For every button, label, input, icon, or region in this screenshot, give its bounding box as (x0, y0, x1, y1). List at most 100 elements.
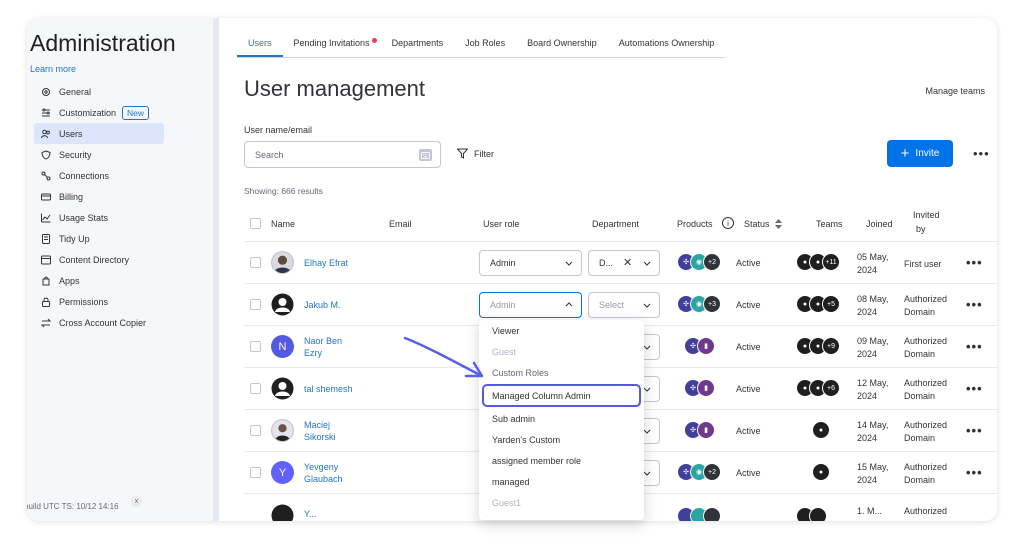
row-checkbox[interactable] (250, 425, 261, 436)
sidebar-item-connections[interactable]: Connections (34, 165, 164, 186)
manage-teams-link[interactable]: Manage teams (925, 86, 985, 96)
status-value: Active (736, 426, 761, 436)
products-group[interactable]: ✣ ◉ +2 (677, 253, 721, 273)
products-group[interactable]: ✣ ◉ +3 (677, 295, 721, 315)
filter-button[interactable]: Filter (457, 148, 494, 159)
column-name[interactable]: Name (271, 219, 295, 229)
sidebar-item-users[interactable]: Users (34, 123, 164, 144)
user-name-link[interactable]: Yevgeny Glaubach (304, 461, 343, 485)
user-role-value: Admin (490, 258, 516, 268)
role-option-guest1[interactable]: Guest1 (479, 492, 644, 513)
role-option-guest[interactable]: Guest (479, 341, 644, 362)
row-checkbox[interactable] (250, 341, 261, 352)
learn-more-link[interactable]: Learn more (30, 64, 76, 74)
row-more-button[interactable]: ••• (966, 255, 983, 270)
sidebar-item-permissions[interactable]: Permissions (34, 291, 164, 312)
role-option-assigned-member-role[interactable]: assigned member role (479, 450, 644, 471)
user-name-link[interactable]: tal shemesh (304, 383, 353, 395)
avatar (271, 251, 294, 274)
products-group[interactable]: ✣ ▮ (684, 379, 715, 399)
select-all-checkbox[interactable] (250, 218, 261, 229)
teams-group[interactable]: ● ● +5 (796, 295, 840, 313)
row-checkbox[interactable] (250, 467, 261, 478)
invited-by: Authorized Domain (904, 293, 947, 319)
tab-job-roles[interactable]: Job Roles (454, 36, 516, 57)
row-more-button[interactable]: ••• (966, 339, 983, 354)
sidebar-item-security[interactable]: Security (34, 144, 164, 165)
invite-button[interactable]: + Invite (887, 140, 953, 167)
product-more-count: +2 (703, 253, 721, 271)
user-role-select[interactable]: Admin (479, 292, 582, 318)
row-checkbox[interactable] (250, 299, 261, 310)
tab-pending-invitations[interactable]: Pending Invitations (283, 36, 381, 57)
chevron-down-icon (643, 429, 651, 434)
joined-date-line2: 2024 (857, 349, 878, 359)
row-checkbox[interactable] (250, 257, 261, 268)
more-options-button[interactable]: ••• (973, 146, 990, 161)
row-more-button[interactable]: ••• (966, 423, 983, 438)
row-more-button[interactable]: ••• (966, 381, 983, 396)
role-option-managed-column-admin[interactable]: Managed Column Admin (482, 384, 641, 407)
status-value: Active (736, 258, 761, 268)
tab-board-ownership[interactable]: Board Ownership (516, 36, 608, 57)
joined-date: 1. M... (857, 506, 883, 516)
user-name-link[interactable]: Y... (304, 508, 316, 520)
products-group[interactable]: ✣ ▮ (684, 421, 715, 441)
column-department[interactable]: Department (592, 219, 639, 229)
sidebar-item-billing[interactable]: Billing (34, 186, 164, 207)
sidebar-item-customization[interactable]: Customization New (34, 102, 164, 123)
user-name-link[interactable]: Elhay Efrat (304, 257, 348, 269)
teams-group[interactable] (796, 507, 827, 521)
teams-group[interactable]: ● ● +6 (796, 379, 840, 397)
user-name-line2: Sikorski (304, 432, 336, 442)
chevron-up-icon (565, 302, 573, 307)
teams-group[interactable]: ● (812, 421, 830, 439)
sidebar-item-usage-stats[interactable]: Usage Stats (34, 207, 164, 228)
sort-icon[interactable] (775, 219, 782, 229)
info-icon[interactable]: i (722, 217, 734, 229)
role-option-yardens-custom[interactable]: Yarden's Custom (479, 429, 644, 450)
search-input[interactable] (255, 149, 405, 160)
tab-automations-ownership[interactable]: Automations Ownership (608, 36, 726, 57)
row-checkbox[interactable] (250, 383, 261, 394)
column-user-role[interactable]: User role (483, 219, 520, 229)
products-group[interactable]: ✣ ▮ (684, 337, 715, 357)
sidebar-item-label: Permissions (59, 296, 109, 307)
sidebar-item-cross-account-copier[interactable]: Cross Account Copier (34, 312, 164, 333)
role-option-managed[interactable]: managed (479, 471, 644, 492)
user-name-link[interactable]: Naor Ben Ezry (304, 335, 342, 359)
teams-group[interactable]: ● ● +9 (796, 337, 840, 355)
column-email[interactable]: Email (389, 219, 412, 229)
column-teams[interactable]: Teams (816, 219, 843, 229)
close-build-info-icon[interactable]: x (131, 496, 142, 507)
plus-icon: + (900, 145, 910, 162)
teams-group[interactable]: ● (812, 463, 830, 481)
sidebar-item-apps[interactable]: Apps (34, 270, 164, 291)
user-name-link[interactable]: Jakub M. (304, 299, 341, 311)
column-invited[interactable]: Invited (913, 210, 940, 220)
table-row[interactable]: Elhay Efrat Admin D... ✕ ✣ ◉ +2 Active ●… (244, 242, 997, 284)
role-option-viewer[interactable]: Viewer (479, 320, 644, 341)
row-more-button[interactable]: ••• (966, 465, 983, 480)
sidebar-item-content-directory[interactable]: Content Directory (34, 249, 164, 270)
user-role-select[interactable]: Admin (479, 250, 582, 276)
teams-group[interactable]: ● ● +11 (796, 253, 840, 271)
column-products[interactable]: Products (677, 219, 713, 229)
department-select[interactable]: D... ✕ (588, 250, 660, 276)
sidebar-item-tidy-up[interactable]: Tidy Up (34, 228, 164, 249)
products-group[interactable] (677, 507, 721, 521)
clear-icon[interactable]: ✕ (623, 256, 632, 269)
column-joined[interactable]: Joined (866, 219, 893, 229)
user-name-link[interactable]: Maciej Sikorski (304, 419, 336, 443)
row-more-button[interactable]: ••• (966, 297, 983, 312)
tab-users[interactable]: Users (237, 36, 283, 57)
joined-date-line1: 12 May, (857, 378, 889, 388)
products-group[interactable]: ✣ ◉ +2 (677, 463, 721, 483)
role-option-sub-admin[interactable]: Sub admin (479, 408, 644, 429)
department-select[interactable]: Select (588, 292, 660, 318)
joined-date: 12 May, 2024 (857, 377, 888, 403)
column-status[interactable]: Status (744, 219, 770, 229)
tab-departments[interactable]: Departments (381, 36, 455, 57)
user-name-line1: Maciej (304, 420, 331, 430)
sidebar-item-general[interactable]: General (34, 81, 164, 102)
